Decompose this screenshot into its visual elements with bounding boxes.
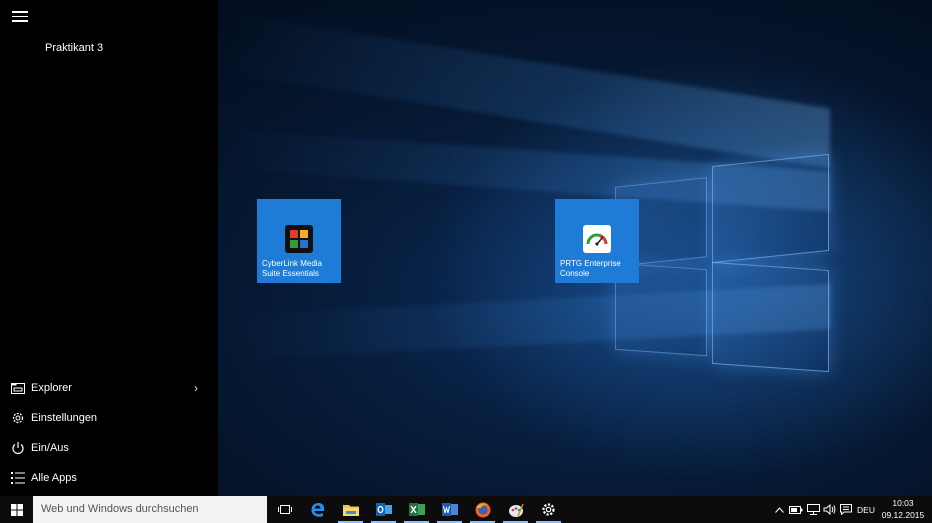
start-menu-panel: Praktikant 3 Explorer › Einstellungen Ei…: [0, 0, 218, 496]
outlook-icon[interactable]: [367, 496, 400, 523]
taskbar: Web und Windows durchsuchen DEU 10:03 09…: [0, 496, 932, 523]
word-icon[interactable]: [433, 496, 466, 523]
start-item-label: Ein/Aus: [31, 442, 69, 454]
power-icon: [10, 440, 26, 456]
windows-logo-icon: [10, 503, 23, 516]
gear-icon: [10, 410, 26, 426]
task-view-icon[interactable]: [268, 496, 301, 523]
start-item-einstellungen[interactable]: Einstellungen: [0, 403, 218, 433]
settings-gear-icon[interactable]: [532, 496, 565, 523]
edge-icon[interactable]: [301, 496, 334, 523]
tile-cyberlink[interactable]: CyberLink Media Suite Essentials: [257, 199, 341, 283]
search-input[interactable]: Web und Windows durchsuchen: [33, 496, 267, 523]
start-item-explorer[interactable]: Explorer ›: [0, 373, 218, 403]
start-item-label: Einstellungen: [31, 412, 98, 424]
chevron-up-icon[interactable]: [771, 496, 787, 523]
battery-icon[interactable]: [787, 496, 805, 523]
action-center-icon[interactable]: [837, 496, 855, 523]
prtg-gauge-icon: [583, 225, 611, 253]
language-indicator[interactable]: DEU: [855, 496, 877, 523]
cyberlink-icon: [285, 225, 313, 253]
excel-icon[interactable]: [400, 496, 433, 523]
chevron-right-icon: ›: [194, 381, 198, 395]
start-item-alle-apps[interactable]: Alle Apps: [0, 463, 218, 493]
paint-icon[interactable]: [499, 496, 532, 523]
firefox-icon[interactable]: [466, 496, 499, 523]
volume-icon[interactable]: [821, 496, 837, 523]
network-icon[interactable]: [805, 496, 821, 523]
start-item-label: Explorer: [31, 382, 72, 394]
hamburger-menu-icon[interactable]: [12, 11, 28, 23]
tile-prtg[interactable]: PRTG Enterprise Console: [555, 199, 639, 283]
file-explorer-icon: [10, 380, 26, 396]
start-item-label: Alle Apps: [31, 472, 77, 484]
windows-start-button[interactable]: [0, 496, 33, 523]
list-icon: [10, 470, 26, 486]
clock[interactable]: 10:03 09.12.2015: [880, 497, 926, 521]
clock-date: 09.12.2015: [881, 510, 925, 520]
clock-time: 10:03: [892, 498, 914, 508]
user-name[interactable]: Praktikant 3: [45, 42, 103, 54]
start-item-ein-aus[interactable]: Ein/Aus: [0, 433, 218, 463]
tile-label: PRTG Enterprise Console: [560, 259, 621, 278]
tile-label: CyberLink Media Suite Essentials: [262, 259, 323, 278]
file-explorer-icon[interactable]: [334, 496, 367, 523]
